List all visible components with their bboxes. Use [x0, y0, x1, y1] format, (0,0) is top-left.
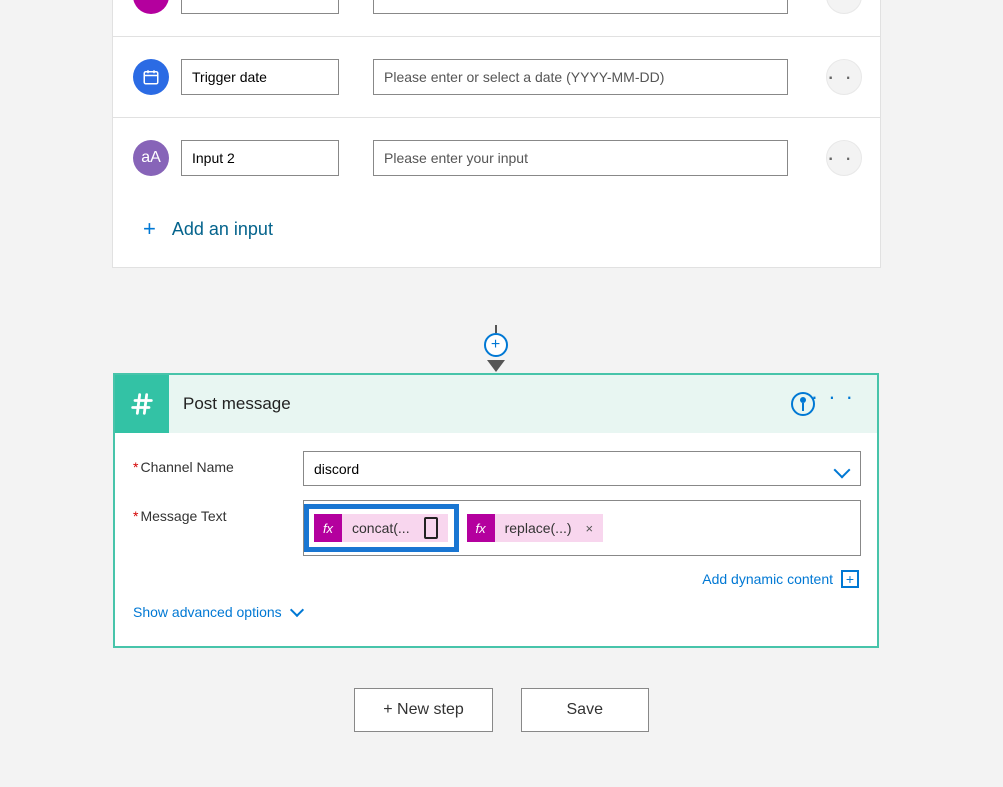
plus-box-icon: + [841, 570, 859, 588]
text-icon: aA [133, 140, 169, 176]
channel-name-select[interactable]: discord [303, 451, 861, 486]
input-title[interactable] [181, 0, 339, 14]
add-step-inline[interactable]: + [484, 333, 508, 357]
fx-icon: fx [467, 514, 495, 542]
action-card: Post message · · · *Channel Name discord… [113, 373, 879, 648]
save-button[interactable]: Save [521, 688, 649, 732]
input-value[interactable]: Please enter or select a date (YYYY-MM-D… [373, 59, 788, 95]
trigger-row: Trigger date Please enter or select a da… [113, 37, 880, 118]
action-title: Post message [183, 394, 291, 414]
tutorial-highlight: fx concat(... [304, 504, 459, 552]
show-advanced-options-link[interactable]: Show advanced options [133, 604, 302, 620]
add-dynamic-content-link[interactable]: Add dynamic content + [702, 570, 859, 588]
token-label: concat(... [352, 520, 410, 536]
action-header[interactable]: Post message · · · [115, 375, 877, 433]
add-input-button[interactable]: + Add an input [113, 198, 880, 242]
channel-name-row: *Channel Name discord [133, 451, 861, 486]
cursor-icon [424, 517, 438, 539]
add-input-label: Add an input [172, 219, 273, 240]
plus-icon: + [143, 216, 156, 242]
row-menu-button[interactable]: · · · [826, 0, 862, 14]
text-input-icon: T [133, 0, 169, 14]
footer-buttons: + New step Save [0, 688, 1003, 732]
input-title[interactable]: Input 2 [181, 140, 339, 176]
token-label: replace(...) [505, 520, 572, 536]
trigger-row: aA Input 2 Please enter your input · · · [113, 118, 880, 198]
trigger-card: T · · · Trigger date Please enter or sel… [112, 0, 881, 268]
input-value[interactable]: Please enter your input [373, 140, 788, 176]
expression-token[interactable]: fx replace(...) × [467, 514, 604, 542]
input-value[interactable] [373, 0, 788, 14]
calendar-icon [133, 59, 169, 95]
slack-hash-icon [115, 375, 169, 433]
fx-icon: fx [314, 514, 342, 542]
chevron-down-icon [290, 603, 304, 617]
channel-name-value: discord [314, 461, 359, 477]
action-body: *Channel Name discord *Message Text fx c… [115, 433, 877, 646]
row-menu-button[interactable]: · · · [826, 59, 862, 95]
expression-token[interactable]: fx concat(... [314, 514, 448, 542]
arrow-down-icon [487, 360, 505, 372]
token-remove[interactable]: × [582, 521, 594, 536]
channel-name-label: *Channel Name [133, 451, 303, 475]
message-text-input[interactable]: fx concat(... fx replace(...) × [303, 500, 861, 556]
row-menu-button[interactable]: · · · [826, 140, 862, 176]
trigger-row: T · · · [113, 0, 880, 37]
chevron-down-icon [834, 464, 850, 474]
new-step-button[interactable]: + New step [354, 688, 492, 732]
message-text-row: *Message Text fx concat(... fx replace(.… [133, 500, 861, 556]
message-text-label: *Message Text [133, 500, 303, 524]
input-title[interactable]: Trigger date [181, 59, 339, 95]
flow-connector: + [495, 325, 496, 373]
